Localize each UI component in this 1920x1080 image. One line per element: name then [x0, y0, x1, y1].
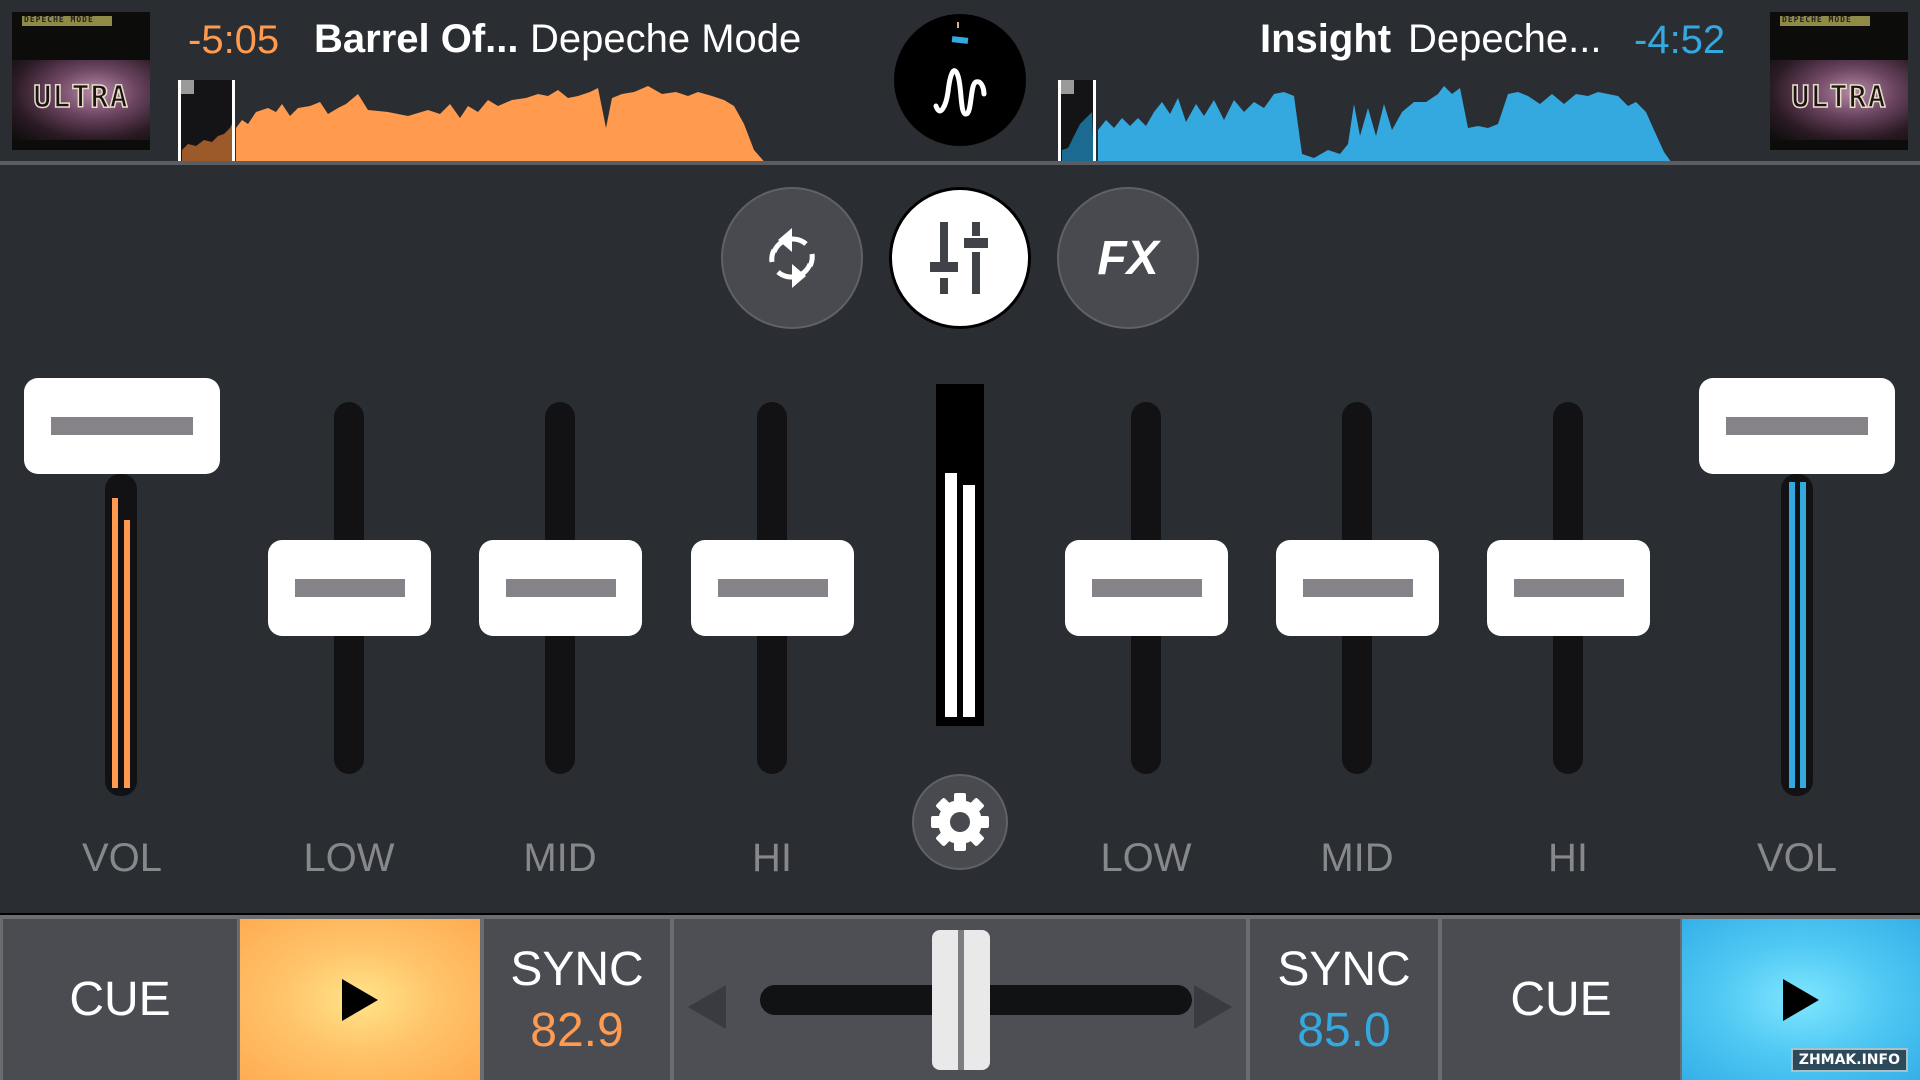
- album-band-text: DEPECHE MODE: [1782, 15, 1852, 24]
- deck-b-low-label: LOW: [1100, 836, 1192, 880]
- crossfader-panel: [674, 919, 1246, 1080]
- deck-a-hi-label: HI: [752, 836, 792, 880]
- deck-a-track-title: Barrel Of...: [314, 17, 519, 61]
- watermark: ZHMAK.INFO: [1790, 1048, 1908, 1072]
- fader-grip: [1302, 579, 1413, 597]
- deck-a-album-art[interactable]: DEPECHE MODE ULTRA: [12, 12, 150, 150]
- deck-a-start-line: [178, 80, 181, 162]
- deck-b-track-title: Insight: [1260, 17, 1392, 61]
- fader-grip: [51, 417, 193, 435]
- loop-sync-mode-button[interactable]: [721, 187, 863, 329]
- deck-b-mid-eq-fader[interactable]: [1276, 540, 1439, 636]
- deck-b-volume-fader[interactable]: [1699, 378, 1895, 474]
- deck-a-mid-eq-fader[interactable]: [479, 540, 642, 636]
- deck-a-volume-fader[interactable]: [24, 378, 220, 474]
- deck-b-playhead[interactable]: [1093, 80, 1096, 162]
- fader-grip: [717, 579, 828, 597]
- deck-b-sync-button[interactable]: SYNC 85.0: [1250, 919, 1438, 1080]
- crossfader-center-line: [958, 930, 964, 1070]
- fader-grip: [1513, 579, 1624, 597]
- fader-grip: [1091, 579, 1202, 597]
- top-divider: [0, 161, 1920, 165]
- sync-label: SYNC: [1277, 942, 1411, 996]
- gear-icon: [931, 793, 989, 851]
- deck-b-hi-label: HI: [1548, 836, 1588, 880]
- top-bar: DEPECHE MODE ULTRA -5:05 Barrel Of... De…: [0, 0, 1920, 165]
- play-icon: [342, 978, 378, 1021]
- deck-b-level-meter-left: [1789, 482, 1795, 788]
- mixer-sliders-icon: [930, 222, 988, 294]
- deck-a-low-eq-fader[interactable]: [268, 540, 431, 636]
- deck-b-cue-marker: [1060, 80, 1074, 94]
- deck-a-waveform[interactable]: [178, 78, 842, 162]
- album-title-art-text: ULTRA: [33, 79, 129, 116]
- fader-grip: [1726, 417, 1868, 435]
- deck-a-volume-track[interactable]: [105, 474, 137, 796]
- logo-tick: [957, 22, 959, 28]
- deck-b-album-art[interactable]: DEPECHE MODE ULTRA: [1770, 12, 1908, 150]
- refresh-icon: [769, 228, 815, 288]
- logo-progress-mark: [951, 36, 969, 44]
- deck-a-low-label: LOW: [303, 836, 395, 880]
- deck-b-cue-button[interactable]: CUE: [1442, 919, 1680, 1080]
- deck-a-level-meter-right: [124, 520, 130, 788]
- master-meter-left: [945, 473, 957, 717]
- deck-a-vol-label: VOL: [81, 836, 163, 880]
- master-level-meter: [936, 384, 984, 726]
- deck-b-waveform[interactable]: [1058, 78, 1722, 162]
- master-meter-right: [963, 485, 975, 717]
- deck-a-cue-marker: [180, 80, 194, 94]
- album-band-text: DEPECHE MODE: [24, 15, 94, 24]
- deck-a-track-artist: Depeche Mode: [530, 17, 802, 61]
- mixer-mode-button[interactable]: [889, 187, 1031, 329]
- deck-b-track-artist: Depeche...: [1408, 17, 1602, 61]
- deck-a-sync-button[interactable]: SYNC 82.9: [484, 919, 670, 1080]
- deck-a-waveform-shape: [236, 86, 765, 162]
- app-logo[interactable]: [894, 14, 1026, 146]
- deck-a-mid-label: MID: [523, 836, 597, 880]
- deck-a-hi-eq-fader[interactable]: [691, 540, 854, 636]
- deck-b-time-remaining: -4:52: [1634, 18, 1726, 62]
- deck-a-playhead[interactable]: [232, 80, 235, 162]
- fader-grip: [505, 579, 616, 597]
- deck-a-level-meter-left: [112, 498, 118, 788]
- settings-button[interactable]: [912, 774, 1008, 870]
- deck-a-cue-button[interactable]: CUE: [3, 919, 237, 1080]
- waveform-logo-icon: [933, 68, 987, 117]
- deck-b-level-meter-right: [1800, 482, 1806, 788]
- play-icon: [1783, 978, 1819, 1021]
- deck-b-low-eq-fader[interactable]: [1065, 540, 1228, 636]
- deck-b-mid-label: MID: [1320, 836, 1394, 880]
- deck-b-play-button[interactable]: ZHMAK.INFO: [1682, 919, 1920, 1080]
- deck-b-waveform-shape: [1098, 86, 1672, 162]
- deck-b-vol-label: VOL: [1756, 836, 1838, 880]
- fader-grip: [294, 579, 405, 597]
- deck-b-hi-eq-fader[interactable]: [1487, 540, 1650, 636]
- crossfader-right-arrow-icon[interactable]: [1192, 985, 1232, 1029]
- cue-label: CUE: [69, 973, 171, 1026]
- fx-label: FX: [1097, 231, 1159, 285]
- fx-mode-button[interactable]: FX: [1057, 187, 1199, 329]
- album-title-art-text: ULTRA: [1791, 79, 1887, 116]
- deck-b-start-line: [1058, 80, 1061, 162]
- crossfader-handle[interactable]: [932, 930, 990, 1070]
- deck-b-volume-track[interactable]: [1781, 474, 1813, 796]
- deck-a-play-button[interactable]: [240, 919, 480, 1080]
- cue-label: CUE: [1510, 973, 1612, 1026]
- crossfader-left-arrow-icon[interactable]: [688, 985, 728, 1029]
- deck-b-bpm: 85.0: [1297, 1003, 1391, 1057]
- deck-a-time-remaining: -5:05: [188, 18, 280, 62]
- deck-a-bpm: 82.9: [530, 1003, 624, 1057]
- sync-label: SYNC: [510, 942, 644, 996]
- dj-mixer-app: DEPECHE MODE ULTRA -5:05 Barrel Of... De…: [0, 0, 1920, 1080]
